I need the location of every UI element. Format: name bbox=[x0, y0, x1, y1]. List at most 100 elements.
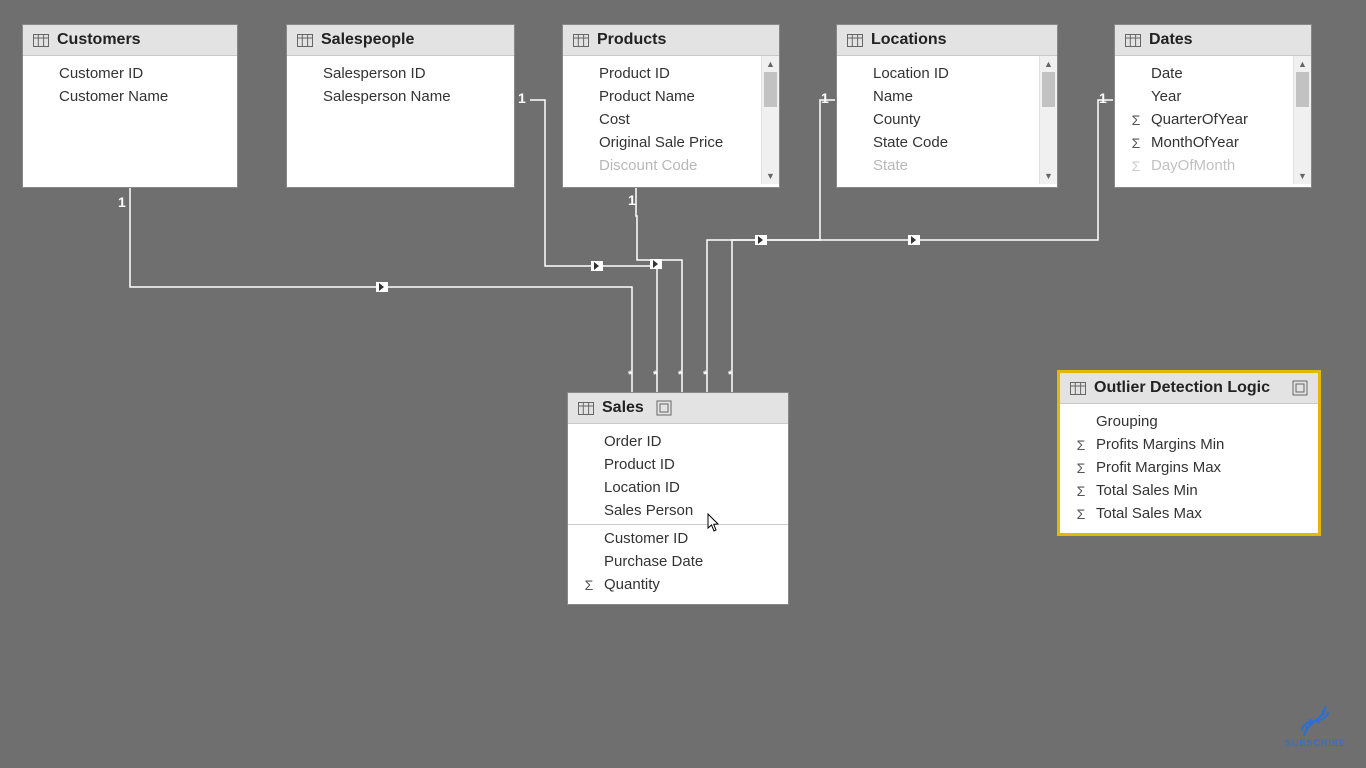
field-item[interactable]: Salesperson Name bbox=[287, 85, 514, 108]
field-item[interactable]: County bbox=[837, 108, 1057, 131]
scroll-up-icon[interactable]: ▲ bbox=[1040, 56, 1057, 72]
field-item[interactable]: Location ID bbox=[568, 476, 788, 499]
scroll-down-icon[interactable]: ▼ bbox=[1040, 168, 1057, 184]
field-item[interactable]: Product ID bbox=[568, 453, 788, 476]
field-item[interactable]: Location ID bbox=[837, 62, 1057, 85]
table-dates[interactable]: Dates Date Year ΣQuarterOfYear ΣMonthOfY… bbox=[1114, 24, 1312, 188]
table-title: Salespeople bbox=[321, 31, 414, 49]
table-salespeople[interactable]: Salespeople Salesperson ID Salesperson N… bbox=[286, 24, 515, 188]
field-label: DayOfMonth bbox=[1151, 157, 1235, 174]
table-header[interactable]: Outlier Detection Logic bbox=[1060, 373, 1318, 404]
scroll-up-icon[interactable]: ▲ bbox=[762, 56, 779, 72]
field-item[interactable]: ΣQuarterOfYear bbox=[1115, 108, 1311, 131]
field-item[interactable]: Name bbox=[837, 85, 1057, 108]
table-header[interactable]: Dates bbox=[1115, 25, 1311, 56]
cardinality-one: 1 bbox=[628, 192, 636, 208]
field-label: Total Sales Min bbox=[1096, 482, 1198, 499]
field-item[interactable]: Date bbox=[1115, 62, 1311, 85]
sigma-icon: Σ bbox=[1127, 135, 1145, 151]
field-item[interactable]: Product Name bbox=[563, 85, 779, 108]
table-outlier-detection-logic[interactable]: Outlier Detection Logic Grouping ΣProfit… bbox=[1057, 370, 1321, 536]
field-label: Product Name bbox=[599, 88, 695, 105]
field-item[interactable]: State Code bbox=[837, 131, 1057, 154]
field-label: QuarterOfYear bbox=[1151, 111, 1248, 128]
field-item[interactable]: Discount Code bbox=[563, 154, 779, 177]
field-item[interactable]: ΣProfit Margins Max bbox=[1060, 456, 1318, 479]
field-label: MonthOfYear bbox=[1151, 134, 1239, 151]
table-products[interactable]: Products Product ID Product Name Cost Or… bbox=[562, 24, 780, 188]
cardinality-one: 1 bbox=[518, 90, 526, 106]
scroll-thumb[interactable] bbox=[1042, 72, 1055, 107]
table-title: Outlier Detection Logic bbox=[1094, 379, 1270, 397]
cardinality-one: 1 bbox=[118, 194, 126, 210]
field-label: Grouping bbox=[1096, 413, 1158, 430]
scrollbar[interactable]: ▲ ▼ bbox=[761, 56, 779, 184]
field-label: State bbox=[873, 157, 908, 174]
field-label: Year bbox=[1151, 88, 1181, 105]
field-item[interactable]: Purchase Date bbox=[568, 550, 788, 573]
scroll-down-icon[interactable]: ▼ bbox=[762, 168, 779, 184]
cardinality-many: * bbox=[703, 369, 707, 381]
scrollbar[interactable]: ▲ ▼ bbox=[1293, 56, 1311, 184]
cardinality-many: * bbox=[728, 369, 732, 381]
table-header[interactable]: Locations bbox=[837, 25, 1057, 56]
scroll-thumb[interactable] bbox=[1296, 72, 1309, 107]
field-label: Total Sales Max bbox=[1096, 505, 1202, 522]
table-header[interactable]: Salespeople bbox=[287, 25, 514, 56]
table-title: Dates bbox=[1149, 31, 1193, 49]
table-header[interactable]: Customers bbox=[23, 25, 237, 56]
field-item[interactable]: Product ID bbox=[563, 62, 779, 85]
table-icon bbox=[578, 402, 594, 415]
field-item[interactable]: Sales Person bbox=[568, 499, 788, 522]
scrollbar[interactable]: ▲ ▼ bbox=[1039, 56, 1057, 184]
scroll-up-icon[interactable]: ▲ bbox=[1294, 56, 1311, 72]
table-header[interactable]: Sales bbox=[568, 393, 788, 424]
scroll-down-icon[interactable]: ▼ bbox=[1294, 168, 1311, 184]
field-item[interactable]: State bbox=[837, 154, 1057, 177]
field-label: Profit Margins Max bbox=[1096, 459, 1221, 476]
field-label: Purchase Date bbox=[604, 553, 703, 570]
table-customers[interactable]: Customers Customer ID Customer Name bbox=[22, 24, 238, 188]
field-label: County bbox=[873, 111, 921, 128]
field-label: Cost bbox=[599, 111, 630, 128]
field-item[interactable]: Order ID bbox=[568, 430, 788, 453]
field-label: Profits Margins Min bbox=[1096, 436, 1224, 453]
field-item[interactable]: Customer Name bbox=[23, 85, 237, 108]
sigma-icon: Σ bbox=[1127, 158, 1145, 174]
table-locations[interactable]: Locations Location ID Name County State … bbox=[836, 24, 1058, 188]
scroll-thumb[interactable] bbox=[764, 72, 777, 107]
fullscreen-icon[interactable] bbox=[1292, 380, 1308, 396]
field-item[interactable]: Original Sale Price bbox=[563, 131, 779, 154]
field-item[interactable]: ΣTotal Sales Min bbox=[1060, 479, 1318, 502]
field-item[interactable]: Σ MonthOfYear bbox=[1115, 131, 1311, 154]
table-sales[interactable]: Sales Order ID Product ID Location ID Sa… bbox=[567, 392, 789, 605]
field-item[interactable]: Year bbox=[1115, 85, 1311, 108]
field-item[interactable]: Customer ID bbox=[23, 62, 237, 85]
table-header[interactable]: Products bbox=[563, 25, 779, 56]
field-label: Salesperson ID bbox=[323, 65, 426, 82]
field-label: Product ID bbox=[604, 456, 675, 473]
field-item[interactable]: Salesperson ID bbox=[287, 62, 514, 85]
field-label: Quantity bbox=[604, 576, 660, 593]
field-label: Original Sale Price bbox=[599, 134, 723, 151]
field-label: Date bbox=[1151, 65, 1183, 82]
field-item[interactable]: Customer ID bbox=[568, 527, 788, 550]
table-title: Sales bbox=[602, 399, 644, 417]
subscribe-watermark: SUBSCRIBE bbox=[1285, 708, 1346, 748]
table-icon bbox=[573, 34, 589, 47]
field-label: Location ID bbox=[873, 65, 949, 82]
field-item[interactable]: ΣQuantity bbox=[568, 573, 788, 596]
field-label: Sales Person bbox=[604, 502, 693, 519]
field-label: Location ID bbox=[604, 479, 680, 496]
sigma-icon: Σ bbox=[1072, 437, 1090, 453]
filter-direction-icon bbox=[650, 259, 662, 269]
field-item[interactable]: Grouping bbox=[1060, 410, 1318, 433]
field-item[interactable]: Σ DayOfMonth bbox=[1115, 154, 1311, 177]
field-label: Discount Code bbox=[599, 157, 697, 174]
field-item[interactable]: Cost bbox=[563, 108, 779, 131]
table-icon bbox=[847, 34, 863, 47]
field-item[interactable]: ΣTotal Sales Max bbox=[1060, 502, 1318, 525]
filter-direction-icon bbox=[908, 235, 920, 245]
table-title: Locations bbox=[871, 31, 947, 49]
field-item[interactable]: Σ Profits Margins Min bbox=[1060, 433, 1318, 456]
